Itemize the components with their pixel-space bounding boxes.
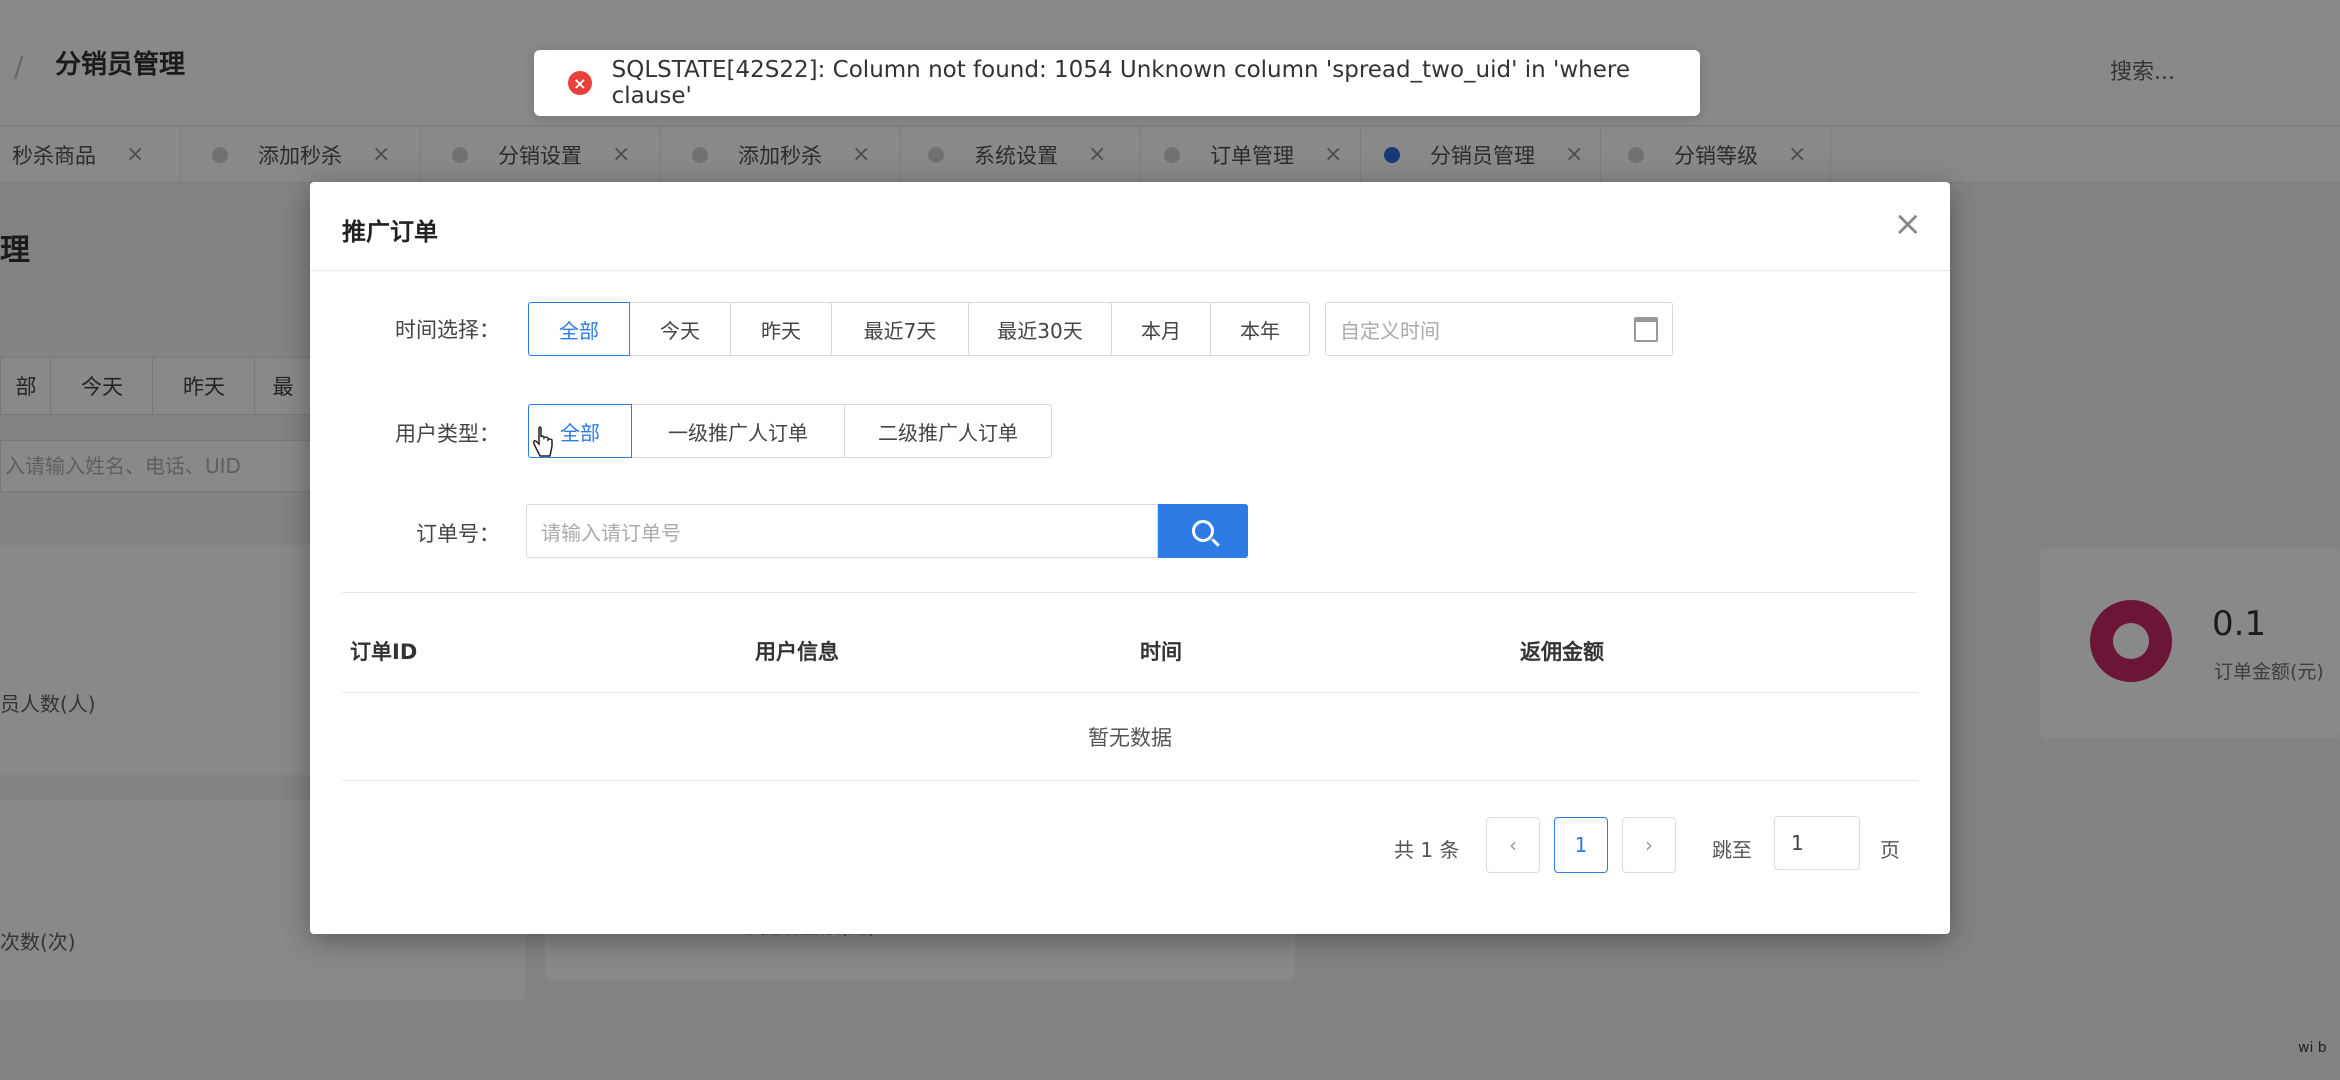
search-icon <box>1192 520 1214 542</box>
time-filter-group: 全部 今天 昨天 最近7天 最近30天 本月 本年 <box>528 302 1310 356</box>
error-toast: × SQLSTATE[42S22]: Column not found: 105… <box>534 50 1700 116</box>
divider <box>342 780 1918 781</box>
prev-page-button[interactable]: ‹ <box>1486 817 1540 873</box>
modal-header: 推广订单 × <box>310 182 1950 271</box>
search-button[interactable] <box>1158 504 1248 558</box>
time-option-yesterday[interactable]: 昨天 <box>730 302 832 356</box>
modal-title: 推广订单 <box>342 218 438 246</box>
time-option-all[interactable]: 全部 <box>528 302 630 356</box>
user-type-label: 用户类型： <box>395 422 500 446</box>
order-number-label: 订单号： <box>416 522 500 546</box>
divider <box>342 592 1918 593</box>
date-placeholder: 自定义时间 <box>1340 318 1440 343</box>
jump-page-input[interactable]: 1 <box>1774 816 1860 870</box>
time-option-year[interactable]: 本年 <box>1210 302 1310 356</box>
promotion-orders-modal: 推广订单 × 时间选择： 全部 今天 昨天 最近7天 最近30天 本月 本年 自… <box>310 182 1950 934</box>
watermark: wi b <box>2298 1040 2327 1056</box>
column-header: 时间 <box>1140 640 1182 664</box>
column-header: 用户信息 <box>755 640 839 664</box>
order-number-input[interactable]: 请输入请订单号 <box>526 504 1158 558</box>
jump-label: 跳至 <box>1712 838 1752 862</box>
hand-cursor-icon <box>533 426 553 457</box>
user-type-option-level1[interactable]: 一级推广人订单 <box>631 404 845 458</box>
page-unit-label: 页 <box>1880 838 1900 862</box>
column-header: 返佣金额 <box>1520 640 1604 664</box>
user-type-group: 全部 一级推广人订单 二级推广人订单 <box>528 404 1052 458</box>
time-option-today[interactable]: 今天 <box>629 302 731 356</box>
time-filter-label: 时间选择： <box>395 318 500 342</box>
time-option-7days[interactable]: 最近7天 <box>831 302 969 356</box>
empty-state: 暂无数据 <box>1088 726 1172 750</box>
error-icon: × <box>568 71 592 95</box>
toast-message: SQLSTATE[42S22]: Column not found: 1054 … <box>611 57 1630 109</box>
pagination-total: 共 1 条 <box>1394 838 1460 862</box>
calendar-icon <box>1634 316 1658 342</box>
user-type-option-level2[interactable]: 二级推广人订单 <box>844 404 1052 458</box>
close-icon[interactable]: × <box>1894 204 1923 244</box>
divider <box>342 692 1918 693</box>
custom-date-input[interactable]: 自定义时间 <box>1325 302 1673 356</box>
next-page-button[interactable]: › <box>1622 817 1676 873</box>
time-option-30days[interactable]: 最近30天 <box>968 302 1112 356</box>
column-header: 订单ID <box>350 640 418 664</box>
time-option-month[interactable]: 本月 <box>1111 302 1211 356</box>
page-button[interactable]: 1 <box>1554 817 1608 873</box>
